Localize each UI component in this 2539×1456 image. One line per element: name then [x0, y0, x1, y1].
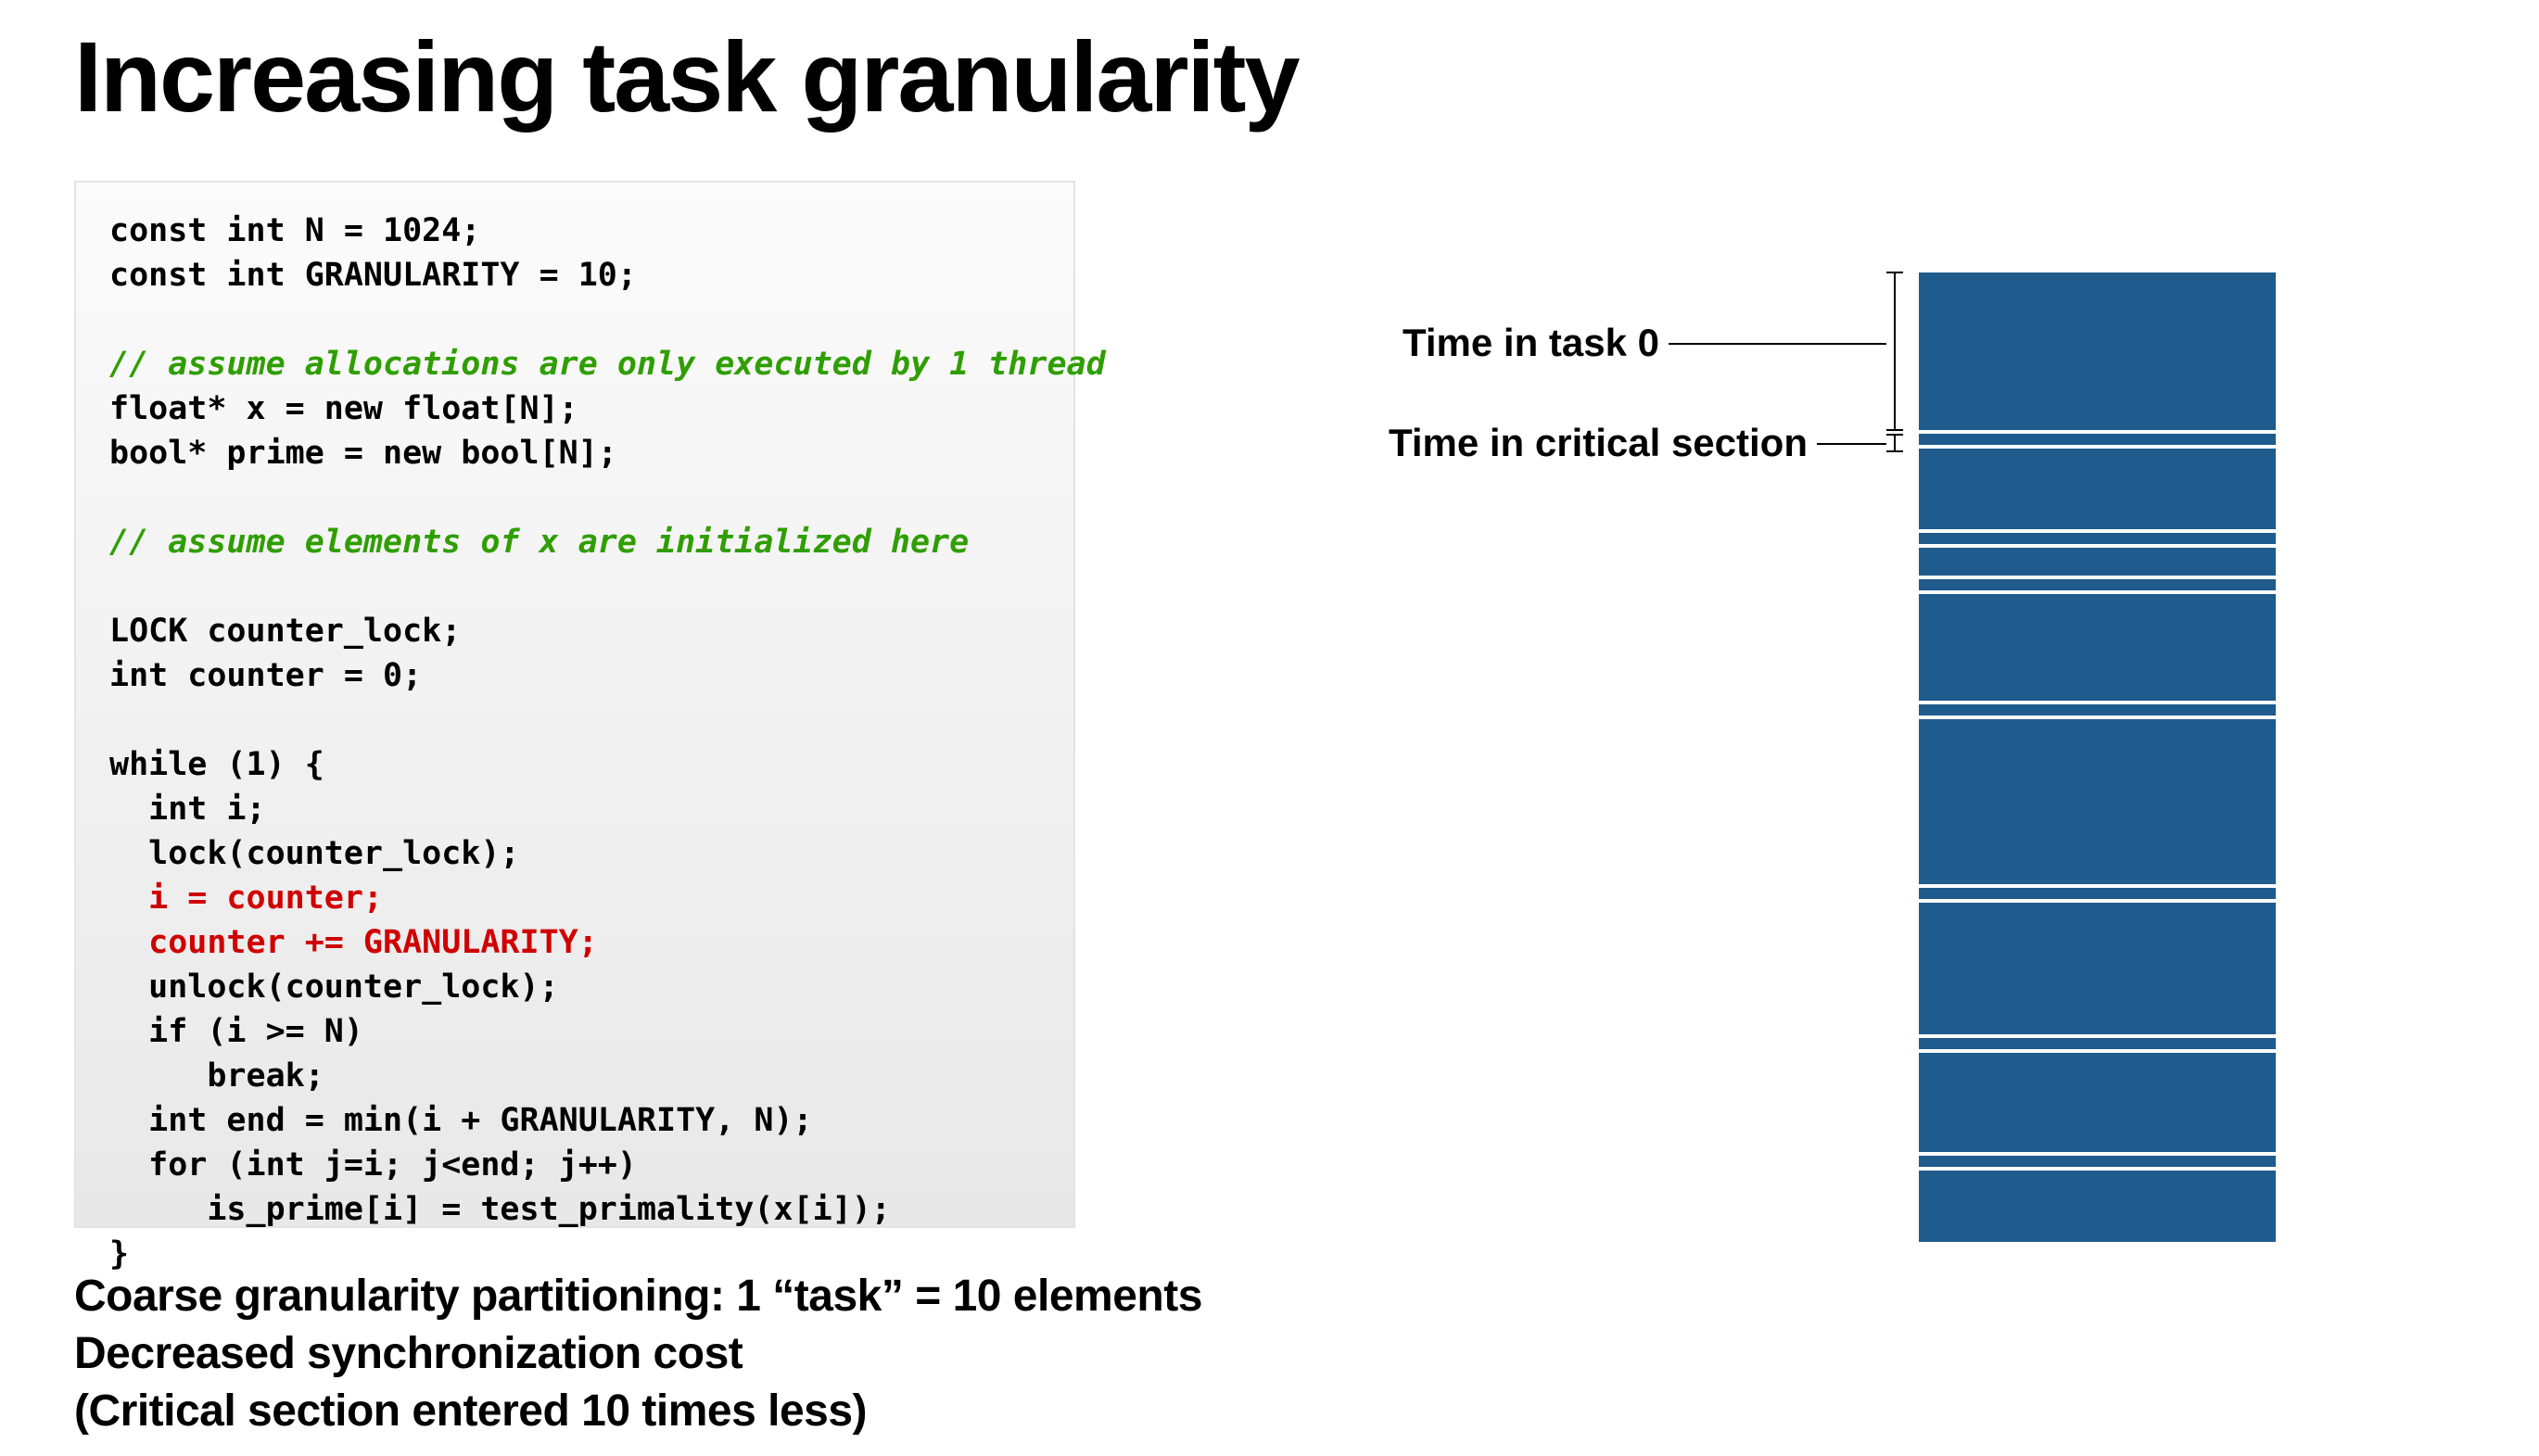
- code-line: lock(counter_lock);: [109, 835, 520, 872]
- critical-block: [1919, 888, 2276, 899]
- code-line: const int N = 1024;: [109, 212, 480, 249]
- task-diagram: [1919, 272, 2276, 1246]
- bracket-task0: [1894, 272, 1896, 431]
- connector-line: [1669, 343, 1886, 345]
- critical-block: [1919, 579, 2276, 590]
- bracket-critical: [1894, 434, 1896, 452]
- label-time-critical: Time in critical section: [1168, 421, 1808, 465]
- code-line: float* x = new float[N];: [109, 390, 578, 427]
- critical-block: [1919, 1156, 2276, 1167]
- code-line: if (i >= N): [109, 1013, 363, 1050]
- code-line: bool* prime = new bool[N];: [109, 435, 617, 472]
- slide-caption: Coarse granularity partitioning: 1 “task…: [74, 1268, 1202, 1440]
- caption-line: Decreased synchronization cost: [74, 1325, 1202, 1383]
- critical-block: [1919, 1038, 2276, 1049]
- task-block: [1919, 903, 2276, 1034]
- connector-line: [1817, 443, 1886, 445]
- code-block: const int N = 1024; const int GRANULARIT…: [74, 181, 1075, 1228]
- code-critical-line: counter += GRANULARITY;: [109, 924, 598, 961]
- task-block: [1919, 1053, 2276, 1152]
- code-line: const int GRANULARITY = 10;: [109, 257, 637, 294]
- code-line: int end = min(i + GRANULARITY, N);: [109, 1102, 813, 1139]
- slide-title: Increasing task granularity: [74, 19, 2465, 134]
- code-critical-line: i = counter;: [109, 880, 383, 917]
- code-line: LOCK counter_lock;: [109, 613, 461, 650]
- code-comment: // assume elements of x are initialized …: [109, 524, 969, 561]
- code-line: break;: [109, 1057, 324, 1095]
- task-block: [1919, 594, 2276, 701]
- code-line: int counter = 0;: [109, 657, 422, 694]
- code-line: int i;: [109, 791, 266, 828]
- critical-block: [1919, 533, 2276, 544]
- code-line: }: [109, 1235, 129, 1272]
- label-time-task0: Time in task 0: [1168, 321, 1659, 365]
- caption-line: Coarse granularity partitioning: 1 “task…: [74, 1268, 1202, 1325]
- code-line: for (int j=i; j<end; j++): [109, 1146, 637, 1184]
- task-block: [1919, 719, 2276, 884]
- critical-block: [1919, 704, 2276, 715]
- task-block: [1919, 548, 2276, 576]
- caption-line: (Critical section entered 10 times less): [74, 1383, 1202, 1440]
- code-line: while (1) {: [109, 746, 324, 783]
- task-block: [1919, 449, 2276, 529]
- code-comment: // assume allocations are only executed …: [109, 346, 1106, 383]
- task-block: [1919, 1171, 2276, 1242]
- code-line: unlock(counter_lock);: [109, 969, 559, 1006]
- critical-block: [1919, 434, 2276, 445]
- code-line: is_prime[i] = test_primality(x[i]);: [109, 1191, 891, 1228]
- task-block: [1919, 272, 2276, 430]
